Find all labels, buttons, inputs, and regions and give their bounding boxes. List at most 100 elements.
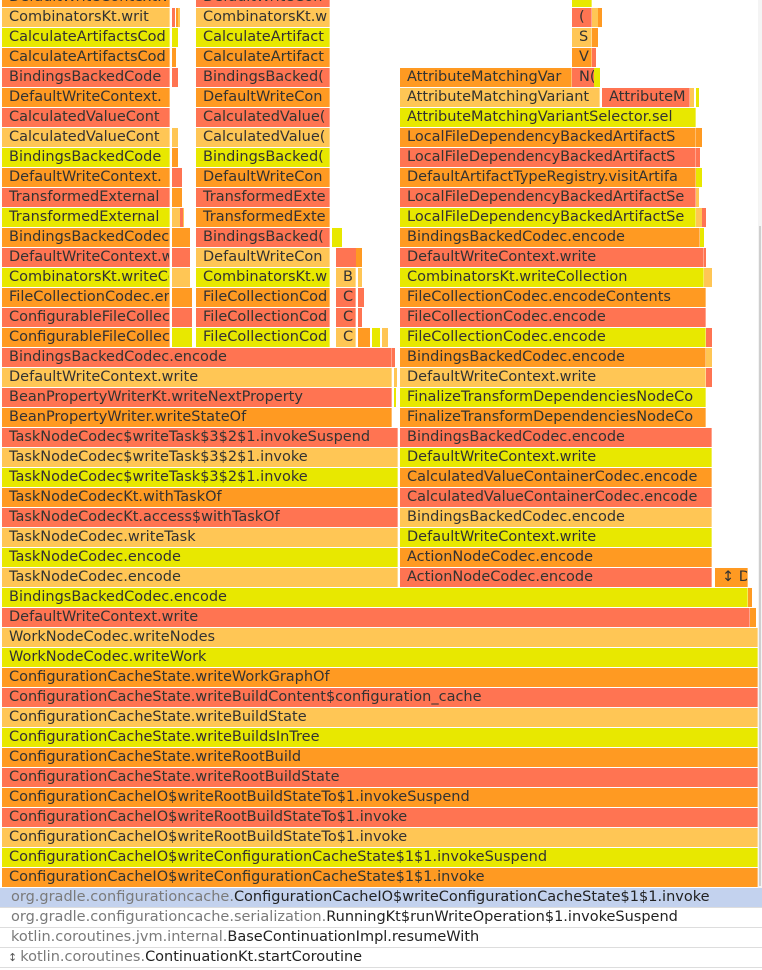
flame-frame[interactable]: DefaultWriteContext.write	[2, 368, 392, 387]
flame-frame[interactable]: ConfigurationCacheState.writeBuildConten…	[2, 688, 758, 707]
flame-frame[interactable]: DefaultWriteContext.	[2, 88, 170, 107]
flame-frame-narrow[interactable]	[394, 388, 396, 407]
flame-frame-narrow[interactable]	[172, 168, 182, 187]
flame-frame-narrow[interactable]	[372, 328, 380, 347]
flame-frame[interactable]: TransformedExternal	[2, 208, 170, 227]
flame-frame[interactable]: BindingsBackedCodec.encode	[2, 588, 748, 607]
flame-frame[interactable]: DefaultWriteContext.write	[400, 528, 712, 547]
flame-frame[interactable]: BindingsBackedCodec.encode	[400, 228, 700, 247]
flame-frame-narrow[interactable]	[696, 188, 699, 207]
flame-frame[interactable]: DefaultWriteContext.	[2, 168, 170, 187]
flame-frame[interactable]: AttributeMatchingVariant	[400, 88, 600, 107]
flame-frame[interactable]: WorkNodeCodec.writeNodes	[2, 628, 758, 647]
flame-frame[interactable]: ConfigurationCacheState.writeWorkGraphOf	[2, 668, 758, 687]
flame-frame-narrow[interactable]	[356, 248, 362, 267]
flame-frame-narrow[interactable]	[358, 308, 362, 327]
flame-frame[interactable]: ConfigurationCacheIO$writeRootBuildState…	[2, 788, 758, 807]
flame-frame[interactable]: FinalizeTransformDependenciesNodeCo	[400, 408, 706, 427]
flame-frame-narrow[interactable]	[172, 188, 182, 207]
flame-frame-narrow[interactable]	[696, 168, 702, 187]
flame-frame[interactable]: ConfigurationCacheIO$writeRootBuildState…	[2, 828, 758, 847]
scrollbar-thumb[interactable]	[759, 226, 761, 886]
flame-frame-narrow[interactable]	[696, 88, 699, 107]
flame-frame[interactable]: ConfigurationCacheIO$writeConfigurationC…	[2, 848, 758, 867]
flame-frame-narrow[interactable]	[702, 208, 706, 227]
flame-frame[interactable]: BindingsBackedCodec.	[2, 228, 170, 247]
flame-frame[interactable]: ActionNodeCodec.encode	[400, 568, 712, 587]
flame-frame[interactable]: BindingsBacked(	[196, 68, 330, 87]
flame-frame[interactable]: LocalFileDependencyBackedArtifactS	[400, 128, 696, 147]
flame-frame-narrow[interactable]	[172, 128, 178, 147]
flame-frame-narrow[interactable]	[392, 348, 395, 367]
flame-frame[interactable]: BindingsBackedCodec.encode	[400, 348, 706, 367]
flame-frame[interactable]: C	[336, 328, 356, 347]
flame-frame-narrow[interactable]	[696, 128, 702, 147]
flame-frame[interactable]: TransformedExte	[196, 208, 330, 227]
flame-frame[interactable]: CombinatorsKt.writeCollection	[400, 268, 704, 287]
flame-frame[interactable]: DefaultWriteCon	[196, 0, 330, 7]
flame-frame-narrow[interactable]	[748, 588, 752, 607]
flame-frame[interactable]: CalculateArtifact	[196, 28, 330, 47]
flame-frame[interactable]: TaskNodeCodec.encode	[2, 548, 398, 567]
flame-frame[interactable]: ConfigurableFileCollecti	[2, 308, 170, 327]
flame-frame[interactable]: DefaultWriteContext.wi	[2, 248, 170, 267]
flame-frame-narrow[interactable]	[172, 28, 178, 47]
flame-frame[interactable]: ConfigurationCacheState.writeBuildsInTre…	[2, 728, 758, 747]
flame-frame[interactable]: DefaultWriteCon	[196, 248, 330, 267]
flame-frame[interactable]: ConfigurationCacheIO$writeRootBuildState…	[2, 808, 758, 827]
flame-frame-narrow[interactable]	[358, 328, 370, 347]
flame-frame-narrow[interactable]	[592, 48, 596, 67]
flame-frame-narrow[interactable]	[332, 228, 342, 247]
flame-frame[interactable]: FileCollectionCod	[196, 308, 330, 327]
flame-frame[interactable]: TransformedExternal	[2, 188, 170, 207]
flame-frame[interactable]: FinalizeTransformDependenciesNodeCo	[400, 388, 706, 407]
flame-frame[interactable]: ConfigurationCacheState.writeRootBuild	[2, 748, 758, 767]
flame-frame-narrow[interactable]	[696, 148, 700, 167]
flame-frame[interactable]: LocalFileDependencyBackedArtifactSe	[400, 208, 696, 227]
flame-frame[interactable]: C	[336, 308, 356, 327]
flame-frame[interactable]: ↕ D	[715, 568, 748, 587]
flame-frame[interactable]: TaskNodeCodec$writeTask$3$2$1.invoke	[2, 468, 398, 487]
flame-frame[interactable]: S	[572, 28, 592, 47]
flame-frame[interactable]: DefaultWriteCon	[196, 88, 330, 107]
flame-frame-narrow[interactable]	[394, 368, 397, 387]
flame-frame[interactable]: FileCollectionCod	[196, 288, 330, 307]
flame-frame[interactable]: CombinatorsKt.w	[196, 8, 330, 27]
flame-frame[interactable]: LocalFileDependencyBackedArtifactSe	[400, 188, 696, 207]
flame-frame-narrow[interactable]	[358, 268, 362, 287]
flame-frame[interactable]: CalculatedValue(	[196, 128, 330, 147]
flame-frame[interactable]: LocalFileDependencyBackedArtifactS	[400, 148, 696, 167]
flame-frame[interactable]: TaskNodeCodec$writeTask$3$2$1.invokeSusp…	[2, 428, 398, 447]
flame-frame[interactable]: ConfigurableFileCollecti	[2, 328, 170, 347]
flame-frame-narrow[interactable]	[704, 248, 706, 267]
flame-frame[interactable]: DefaultWriteContext.write	[2, 0, 170, 7]
flame-frame[interactable]: TaskNodeCodec.encode	[2, 568, 398, 587]
flame-frame[interactable]: DefaultWriteContext.write	[400, 448, 712, 467]
flame-frame[interactable]: CalculatedValueCont	[2, 128, 170, 147]
flame-frame[interactable]: DefaultWriteContext.write	[400, 368, 706, 387]
flame-frame[interactable]: ActionNodeCodec.encode	[400, 548, 712, 567]
call-stack-row-selected[interactable]: org.gradle.configurationcache.Configurat…	[0, 888, 762, 908]
flame-frame[interactable]: FileCollectionCodec.encode	[400, 308, 706, 327]
flame-frame-narrow[interactable]	[704, 268, 712, 287]
flame-frame[interactable]: CalculatedValueContainerCodec.encode	[400, 488, 712, 507]
flame-frame-narrow[interactable]	[172, 68, 178, 87]
flame-frame-narrow[interactable]	[592, 28, 598, 47]
flame-frame[interactable]: BindingsBackedCode	[2, 148, 170, 167]
flame-frame-narrow[interactable]	[172, 228, 190, 247]
flame-frame[interactable]: CalculatedValueContainerCodec.encode	[400, 468, 712, 487]
flame-frame[interactable]: FileCollectionCodec.encodeContents	[400, 288, 706, 307]
expand-collapse-icon[interactable]: ↕	[8, 951, 17, 964]
flame-frame[interactable]: TaskNodeCodecKt.withTaskOf	[2, 488, 398, 507]
flame-frame-narrow[interactable]	[172, 8, 175, 27]
flame-frame[interactable]: CalculateArtifactsCod	[2, 28, 170, 47]
flame-frame[interactable]: FileCollectionCodec.encode	[400, 328, 706, 347]
flame-frame-narrow[interactable]	[706, 368, 712, 387]
flame-frame[interactable]: BindingsBacked(	[196, 228, 330, 247]
flame-frame[interactable]: TaskNodeCodec$writeTask$3$2$1.invoke	[2, 448, 398, 467]
flame-frame[interactable]: BindingsBackedCodec.encode	[400, 428, 712, 447]
flame-frame-narrow[interactable]	[180, 208, 183, 227]
flame-frame-narrow[interactable]	[700, 228, 704, 247]
flame-frame[interactable]: CombinatorsKt.writ	[2, 8, 170, 27]
flame-frame[interactable]: AttributeMatchingVar	[400, 68, 572, 87]
